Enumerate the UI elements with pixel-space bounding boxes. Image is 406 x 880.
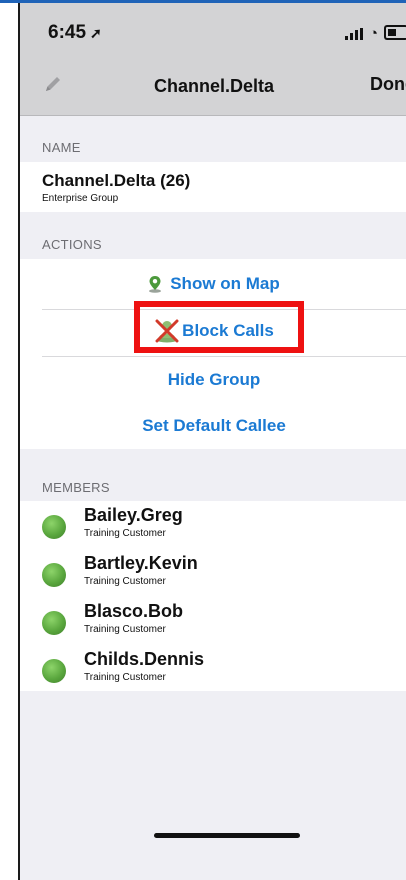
member-subtitle: Training Customer [84,624,166,635]
list-item[interactable]: Bailey.Greg Training Customer [20,501,406,549]
member-name: Childs.Dennis [84,649,205,669]
set-default-callee-button[interactable]: Set Default Callee [20,403,406,449]
signal-icon [344,28,363,40]
status-indicator [42,659,66,683]
hide-group-button[interactable]: Hide Group [20,357,406,403]
name-section-header: NAME [42,140,81,155]
member-subtitle: Training Customer [84,528,166,539]
actions-group: Show on Map Block Calls Hide Group Set D… [20,259,406,449]
member-name: Bartley.Kevin [84,553,198,573]
navigation-bar: Channel.Delta Done [20,59,406,116]
map-pin-icon [149,276,162,293]
location-arrow-icon: ➚ [90,25,102,41]
list-item[interactable]: Bartley.Kevin Training Customer [20,549,406,597]
done-button[interactable]: Done [370,74,406,95]
member-subtitle: Training Customer [84,576,166,587]
page-title: Channel.Delta [153,76,275,96]
member-name: Bailey.Greg [84,505,183,525]
status-bar: 6:45 ➚ ◔ [20,3,406,59]
group-name: Channel.Delta (26) [42,171,191,190]
highlight-box [134,301,304,353]
wifi-icon: ◔ [368,25,378,42]
members-group: Bailey.Greg Training Customer Bartley.Ke… [20,501,406,691]
set-default-callee-label: Set Default Callee [142,416,286,435]
list-item[interactable]: Childs.Dennis Training Customer [20,645,406,693]
status-time: 6:45 ➚ [48,22,102,44]
show-on-map-label: Show on Map [170,274,280,293]
actions-section-header: ACTIONS [42,237,102,252]
status-indicator [42,563,66,587]
status-indicator [42,611,66,635]
members-section-header: MEMBERS [42,480,110,495]
list-item[interactable]: Blasco.Bob Training Customer [20,597,406,645]
group-type: Enterprise Group [42,193,119,204]
member-name: Blasco.Bob [84,601,184,621]
phone-screen: 6:45➚ ◔ Channel.Delta Done NAME Channel.… [18,3,406,880]
member-subtitle: Training Customer [84,672,166,683]
status-icons: ◔ [344,25,406,42]
hide-group-label: Hide Group [167,370,261,389]
home-indicator[interactable] [154,833,300,838]
status-indicator [42,515,66,539]
battery-icon [384,25,406,40]
name-group: Channel.Delta (26) Enterprise Group [20,162,406,212]
status-time-text: 6:45 [48,22,87,43]
